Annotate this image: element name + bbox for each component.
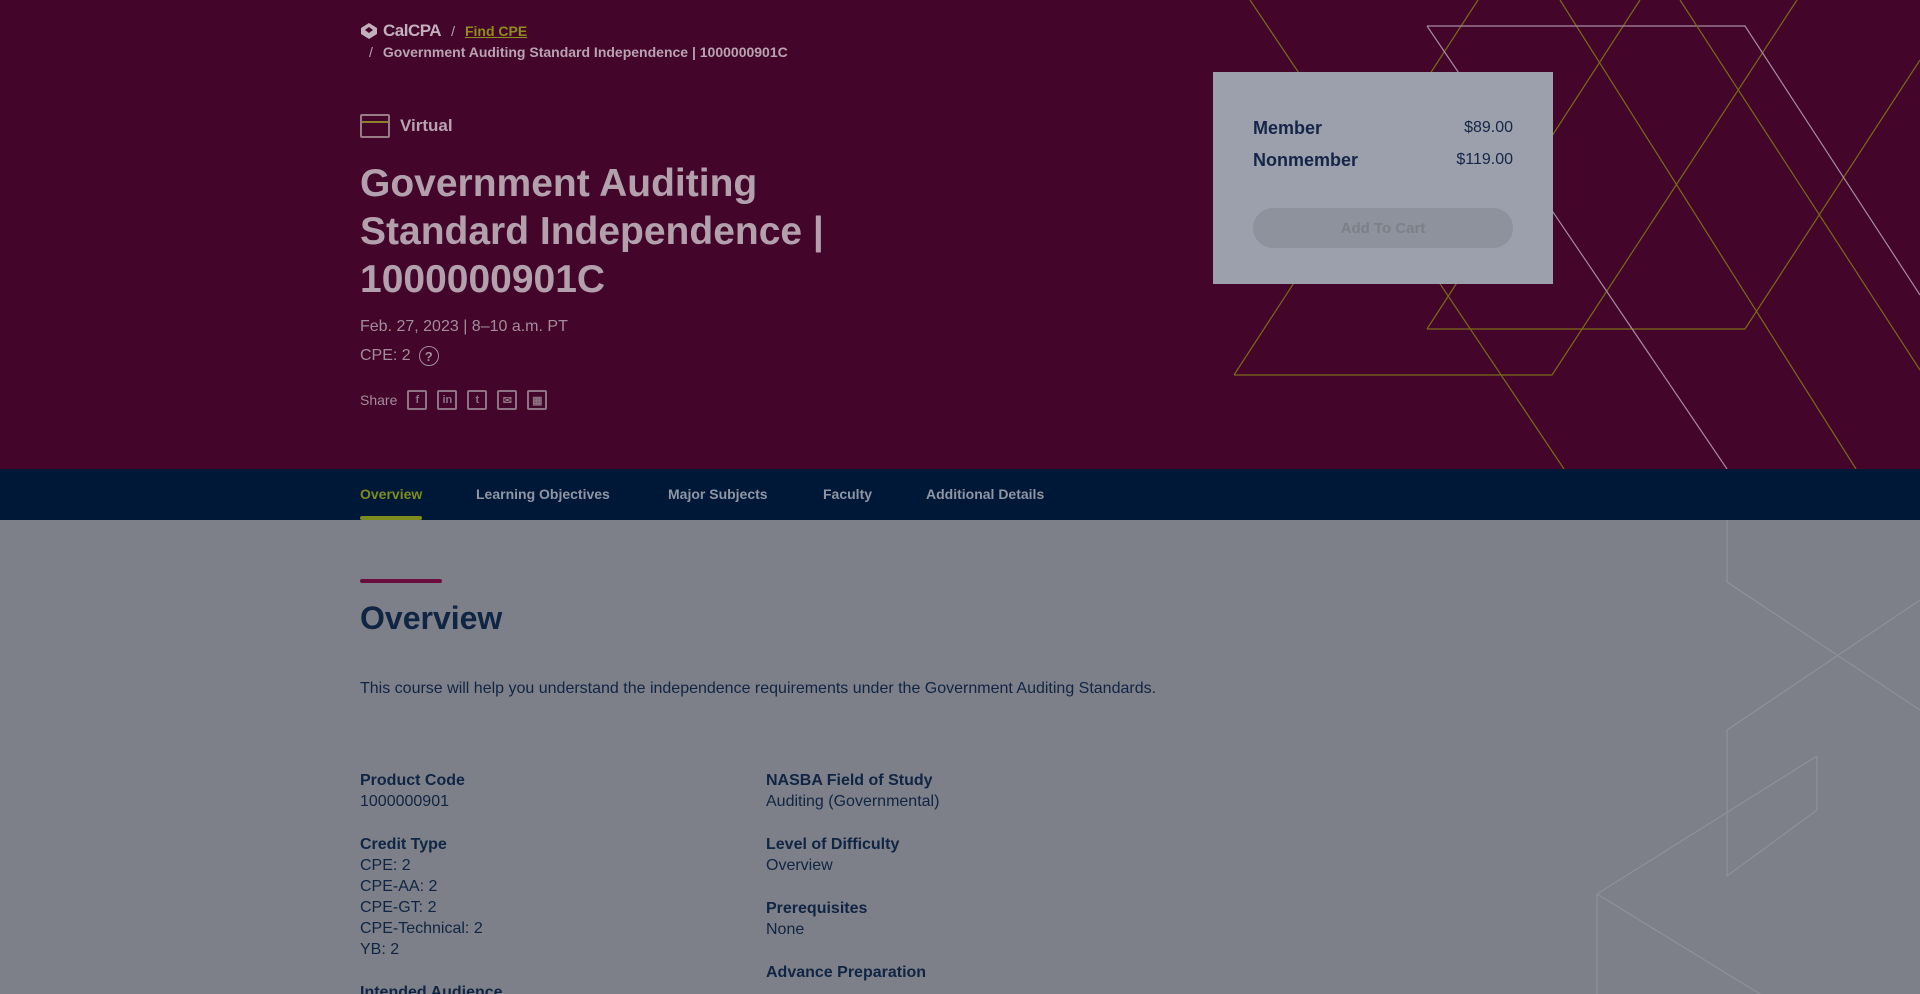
- twitter-icon[interactable]: t: [467, 390, 488, 410]
- format-label: Virtual: [400, 116, 453, 135]
- detail-label: Prerequisites: [766, 900, 868, 917]
- member-price-row: Member $89.00: [1253, 112, 1513, 144]
- detail-prerequisites: Prerequisites None: [766, 898, 1146, 940]
- linkedin-icon[interactable]: in: [437, 390, 458, 410]
- breadcrumb: CalCPA / Find CPE / Government Auditing …: [360, 20, 788, 62]
- details-column-right: NASBA Field of Study Auditing (Governmen…: [766, 770, 1146, 994]
- detail-value: Auditing (Governmental): [766, 793, 940, 810]
- course-hero: CalCPA / Find CPE / Government Auditing …: [0, 0, 1920, 469]
- tab-learning-objectives[interactable]: Learning Objectives: [476, 469, 610, 520]
- nonmember-price: $119.00: [1456, 151, 1513, 168]
- course-tabs: Overview Learning Objectives Major Subje…: [0, 469, 1920, 520]
- detail-credit-type: Credit Type CPE: 2 CPE-AA: 2 CPE-GT: 2 C…: [360, 834, 740, 960]
- logo-text: CalCPA: [383, 21, 442, 40]
- detail-value: CPE-Technical: 2: [360, 920, 483, 937]
- course-format: Virtual: [360, 114, 453, 138]
- cpe-value: CPE: 2: [360, 347, 411, 364]
- detail-value: CPE: 2: [360, 857, 411, 874]
- share-bar: Share f in t ✉ ▦: [360, 390, 548, 410]
- section-title: Overview: [360, 600, 503, 636]
- detail-product-code: Product Code 1000000901: [360, 770, 740, 812]
- detail-label: NASBA Field of Study: [766, 772, 933, 789]
- member-price: $89.00: [1464, 119, 1513, 136]
- share-label: Share: [360, 392, 398, 408]
- email-icon[interactable]: ✉: [497, 390, 518, 410]
- breadcrumb-current: Government Auditing Standard Independenc…: [382, 44, 788, 60]
- overview-description: This course will help you understand the…: [360, 680, 1157, 697]
- detail-label: Credit Type: [360, 836, 447, 853]
- detail-value: YB: 2: [360, 941, 400, 958]
- breadcrumb-separator: /: [451, 23, 455, 39]
- detail-level-of-difficulty: Level of Difficulty Overview: [766, 834, 1146, 876]
- course-date: Feb. 27, 2023 | 8–10 a.m. PT: [360, 318, 568, 335]
- detail-label: Level of Difficulty: [766, 836, 900, 853]
- facebook-icon[interactable]: f: [407, 390, 428, 410]
- detail-value: Overview: [766, 857, 833, 874]
- detail-value: 1000000901: [360, 793, 449, 810]
- tab-overview[interactable]: Overview: [360, 469, 423, 520]
- member-label: Member: [1253, 117, 1323, 138]
- calcpa-logo-mark-icon: [361, 23, 377, 39]
- detail-value: CPE-GT: 2: [360, 899, 437, 916]
- detail-value: None: [766, 921, 805, 938]
- breadcrumb-separator: /: [369, 44, 373, 60]
- price-card: Member $89.00 Nonmember $119.00 Add To C…: [1213, 72, 1553, 284]
- nonmember-price-row: Nonmember $119.00: [1253, 144, 1513, 176]
- detail-label: Intended Audience: [360, 984, 503, 994]
- details-column-left: Product Code 1000000901 Credit Type CPE:…: [360, 770, 740, 994]
- calcpa-logo[interactable]: CalCPA: [360, 21, 442, 41]
- add-to-cart-button[interactable]: Add To Cart: [1253, 208, 1513, 248]
- calendar-icon[interactable]: ▦: [527, 390, 548, 410]
- detail-intended-audience: Intended Audience: [360, 982, 740, 994]
- decorative-lines: [1233, 0, 1920, 469]
- tab-additional-details[interactable]: Additional Details: [926, 469, 1044, 520]
- detail-label: Advance Preparation: [766, 964, 927, 981]
- calendar-window-icon: [360, 114, 390, 138]
- help-icon[interactable]: ?: [418, 346, 439, 366]
- breadcrumb-find-cpe-link[interactable]: Find CPE: [465, 23, 527, 39]
- detail-nasba-field: NASBA Field of Study Auditing (Governmen…: [766, 770, 1146, 812]
- detail-value: CPE-AA: 2: [360, 878, 438, 895]
- section-accent-bar: [360, 579, 442, 583]
- decorative-lines: [1596, 520, 1920, 994]
- tab-major-subjects[interactable]: Major Subjects: [668, 469, 768, 520]
- course-title: Government Auditing Standard Independenc…: [360, 162, 824, 301]
- detail-advance-preparation: Advance Preparation: [766, 962, 1146, 983]
- nonmember-label: Nonmember: [1253, 149, 1359, 170]
- cpe-credits: CPE: 2 ?: [360, 346, 439, 366]
- tab-faculty[interactable]: Faculty: [823, 469, 872, 520]
- detail-label: Product Code: [360, 772, 465, 789]
